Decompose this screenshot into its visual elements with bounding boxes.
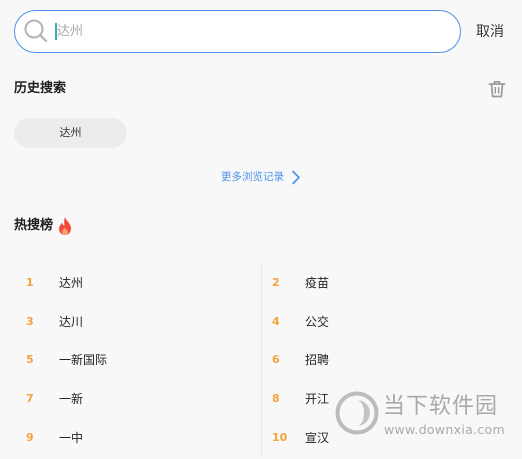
trash-icon-body xyxy=(490,83,504,98)
hot-label: 达州 xyxy=(59,275,84,290)
search-icon xyxy=(24,19,48,43)
search-bar[interactable] xyxy=(14,10,461,53)
hot-item[interactable]: 9 一中 xyxy=(0,418,261,457)
hot-list: 1 达州 2 疫苗 3 达川 4 公交 5 一新国际 6 招聘 7 一新 8 开… xyxy=(0,263,522,457)
hot-rank: 1 xyxy=(26,275,34,289)
chevron-right-icon-shape xyxy=(292,170,300,184)
hot-rank: 10 xyxy=(272,430,288,444)
search-icon-handle xyxy=(39,34,48,43)
hot-rank: 7 xyxy=(26,392,34,406)
hot-label: 一新 xyxy=(59,392,84,407)
hot-rank: 3 xyxy=(26,314,34,328)
hot-label: 公交 xyxy=(305,314,330,329)
trash-icon[interactable] xyxy=(487,79,507,99)
hot-label: 达川 xyxy=(59,314,84,329)
hot-item[interactable]: 1 达州 xyxy=(0,263,261,302)
hot-label: 疫苗 xyxy=(305,275,330,290)
hot-rank: 5 xyxy=(26,353,34,367)
hot-item[interactable]: 8 开江 xyxy=(261,379,522,418)
more-history-row: 更多浏览记录 xyxy=(0,169,522,185)
hot-item[interactable]: 5 一新国际 xyxy=(0,341,261,380)
hot-label: 开江 xyxy=(305,392,330,407)
hot-item[interactable]: 10 宣汉 xyxy=(261,418,522,457)
hot-item[interactable]: 2 疫苗 xyxy=(261,263,522,302)
history-title: 历史搜索 xyxy=(14,81,67,96)
hot-label: 招聘 xyxy=(305,353,330,368)
hot-label: 一新国际 xyxy=(59,353,108,368)
hot-label: 一中 xyxy=(59,430,84,445)
hot-item[interactable]: 4 公交 xyxy=(261,301,522,341)
history-chip[interactable]: 达州 xyxy=(14,118,127,148)
hot-rank: 9 xyxy=(26,430,34,444)
hot-title-row: 热搜榜 xyxy=(14,216,73,236)
chevron-right-icon xyxy=(292,170,300,184)
hot-rank: 2 xyxy=(272,275,280,289)
hot-rank: 4 xyxy=(272,314,280,328)
search-input[interactable] xyxy=(57,11,447,51)
more-history-link[interactable]: 更多浏览记录 xyxy=(221,169,301,185)
hot-rank: 8 xyxy=(272,392,280,406)
hot-rank: 6 xyxy=(272,353,280,367)
hot-title: 热搜榜 xyxy=(14,218,54,233)
hot-label: 宣汉 xyxy=(305,430,330,445)
hot-item[interactable]: 7 一新 xyxy=(0,379,261,418)
cancel-button[interactable]: 取消 xyxy=(476,22,504,42)
fire-icon xyxy=(59,217,72,235)
hot-item[interactable]: 3 达川 xyxy=(0,302,261,341)
more-history-label: 更多浏览记录 xyxy=(221,171,284,183)
hot-item[interactable]: 6 招聘 xyxy=(261,340,522,380)
